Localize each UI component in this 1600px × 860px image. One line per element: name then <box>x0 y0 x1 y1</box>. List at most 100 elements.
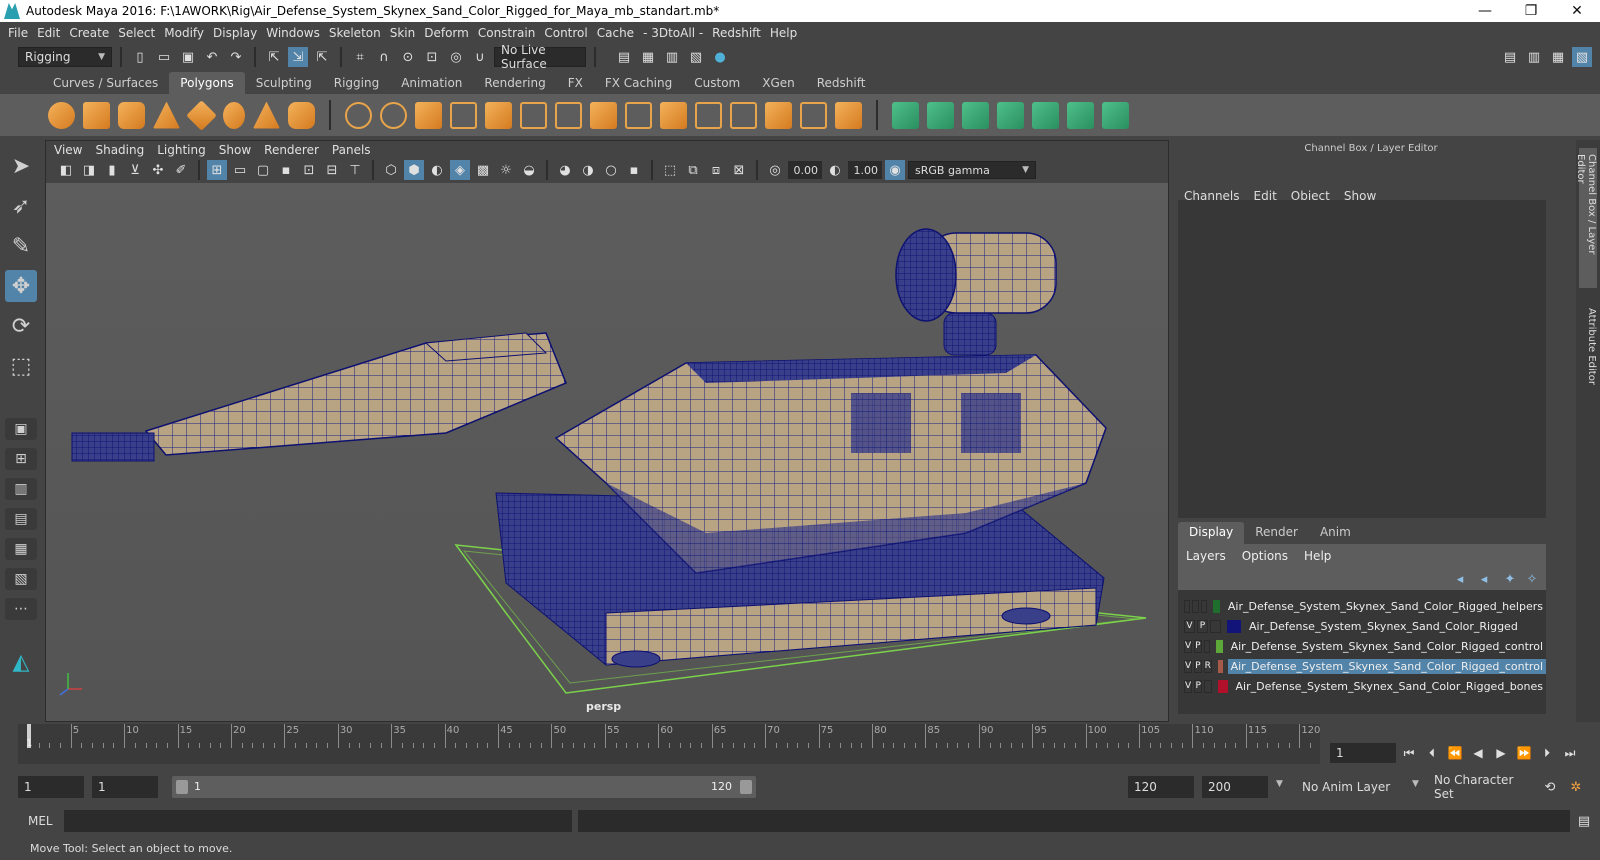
layer-row[interactable]: V P Air_Defense_System_Skynex_Sand_Color_R… <box>1178 676 1546 696</box>
outliner-layout-icon[interactable]: ▥ <box>1524 47 1544 67</box>
layer-playback-toggle[interactable]: P <box>1194 659 1202 673</box>
script-editor-icon[interactable]: ▤ <box>1574 811 1594 831</box>
screen-space-ao-icon[interactable]: ◕ <box>555 160 575 180</box>
xray-components-icon[interactable]: ⊠ <box>729 160 749 180</box>
snap-view-icon[interactable]: ⊡ <box>422 47 442 67</box>
channel-layout-icon[interactable]: ▧ <box>1572 47 1592 67</box>
step-forward-frame-icon[interactable]: ⏵ <box>1537 743 1557 763</box>
layer-row[interactable]: V P Air_Defense_System_Skynex_Sand_Color_R… <box>1178 616 1546 636</box>
select-hierarchy-icon[interactable]: ⇱ <box>264 47 284 67</box>
uv-cylindrical-icon[interactable] <box>927 101 954 129</box>
image-plane-icon[interactable]: ⊻ <box>125 160 145 180</box>
poly-plane-icon[interactable] <box>186 99 217 131</box>
menu-skeleton[interactable]: Skeleton <box>329 26 390 40</box>
camera-attributes-icon[interactable]: ◨ <box>79 160 99 180</box>
shelf-tab-xgen[interactable]: XGen <box>751 72 806 94</box>
scene-end-field[interactable]: 200 <box>1202 776 1268 798</box>
layer-reference-toggle[interactable] <box>1204 679 1213 693</box>
auto-key-icon[interactable]: ⟲ <box>1540 777 1560 797</box>
new-empty-layer-icon[interactable]: ✦ <box>1500 569 1520 589</box>
separate-icon[interactable] <box>380 101 407 129</box>
outliner-graph-layout-icon[interactable]: ▦ <box>5 538 37 560</box>
uv-unfold-icon[interactable] <box>1032 101 1059 129</box>
bookmark-icon[interactable]: ▮ <box>102 160 122 180</box>
gamma-field[interactable]: 1.00 <box>848 161 882 179</box>
extrude-icon[interactable] <box>590 101 617 129</box>
time-slider[interactable]: 5 10 15 20 25 30 35 40 45 50 55 60 65 70 75 80 85 90 95 100… <box>18 724 1320 764</box>
two-d-pan-zoom-icon[interactable]: ✣ <box>148 160 168 180</box>
layer-playback-toggle[interactable]: P <box>1194 679 1203 693</box>
shelf-tab-fx[interactable]: FX <box>557 72 594 94</box>
scale-tool-icon[interactable]: ⬚ <box>5 350 37 382</box>
layer-reference-toggle[interactable] <box>1210 619 1221 633</box>
step-back-key-icon[interactable]: ⏪ <box>1445 743 1465 763</box>
workspace-layout-icon[interactable]: ▤ <box>1500 47 1520 67</box>
grease-pencil-icon[interactable]: ✐ <box>171 160 191 180</box>
multi-cut-icon[interactable] <box>730 101 757 129</box>
uv-automatic-icon[interactable] <box>997 101 1024 129</box>
menu-help[interactable]: Help <box>770 26 806 40</box>
layer-name[interactable]: Air_Defense_System_Skynex_Sand_Color_Rig… <box>1227 658 1546 674</box>
safe-title-icon[interactable]: ⊤ <box>345 160 365 180</box>
ipr-render-icon[interactable]: ▥ <box>662 47 682 67</box>
depth-of-field-icon[interactable]: ▪ <box>624 160 644 180</box>
use-all-lights-icon[interactable]: ☼ <box>496 160 516 180</box>
more-layouts-icon[interactable]: ⋯ <box>5 598 37 620</box>
menu-display[interactable]: Display <box>213 26 266 40</box>
poly-cone-icon[interactable] <box>153 101 180 129</box>
layer-tab-display[interactable]: Display <box>1178 522 1245 544</box>
layer-menu-help[interactable]: Help <box>1304 549 1347 563</box>
magnet-icon[interactable]: ∪ <box>470 47 490 67</box>
close-button[interactable]: ✕ <box>1554 0 1600 22</box>
channel-box-body[interactable] <box>1178 200 1546 518</box>
extract-icon[interactable] <box>485 101 512 129</box>
isolate-select-icon[interactable]: ⬚ <box>660 160 680 180</box>
animation-preferences-icon[interactable]: ✲ <box>1566 777 1586 797</box>
poly-pipe-icon[interactable] <box>288 101 315 129</box>
panel-menu-view[interactable]: View <box>54 143 95 157</box>
poly-torus-icon[interactable] <box>223 101 245 129</box>
menu-select[interactable]: Select <box>118 26 164 40</box>
combine-icon[interactable] <box>345 101 372 129</box>
character-set-dropdown[interactable]: No Character Set <box>1428 773 1536 801</box>
motion-blur-icon[interactable]: ◑ <box>578 160 598 180</box>
layer-color-swatch[interactable] <box>1218 679 1228 693</box>
persp-graph-layout-icon[interactable]: ▤ <box>5 508 37 530</box>
playback-start-field[interactable]: 1 <box>92 776 158 798</box>
go-to-start-icon[interactable]: ⏮ <box>1399 743 1419 763</box>
layer-name[interactable]: Air_Defense_System_Skynex_Sand_Color_Rig… <box>1228 639 1546 654</box>
layer-color-swatch[interactable] <box>1227 619 1241 633</box>
move-tool-icon[interactable]: ✥ <box>5 270 37 302</box>
mel-language-label[interactable]: MEL <box>28 814 53 828</box>
panel-menu-panels[interactable]: Panels <box>332 143 384 157</box>
layer-reference-toggle[interactable] <box>1200 599 1208 613</box>
layer-color-swatch[interactable] <box>1215 639 1223 653</box>
shelf-tab-curves-surfaces[interactable]: Curves / Surfaces <box>42 72 169 94</box>
panel-menu-renderer[interactable]: Renderer <box>264 143 332 157</box>
shadows-icon[interactable]: ◒ <box>519 160 539 180</box>
field-chart-icon[interactable]: ⊡ <box>299 160 319 180</box>
render-view-icon[interactable]: ▧ <box>686 47 706 67</box>
safe-action-icon[interactable]: ⊟ <box>322 160 342 180</box>
film-gate-icon[interactable]: ▭ <box>230 160 250 180</box>
scene-start-field[interactable]: 1 <box>18 776 84 798</box>
exposure-icon[interactable]: ◎ <box>765 160 785 180</box>
layer-menu-options[interactable]: Options <box>1242 549 1304 563</box>
bridge-icon[interactable] <box>555 101 582 129</box>
select-tool-icon[interactable]: ➤ <box>5 150 37 182</box>
step-back-frame-icon[interactable]: ⏴ <box>1422 743 1442 763</box>
uv-spherical-icon[interactable] <box>962 101 989 129</box>
snap-curve-icon[interactable]: ∩ <box>374 47 394 67</box>
redo-icon[interactable]: ↷ <box>226 47 246 67</box>
menu-redshift[interactable]: Redshift <box>712 26 770 40</box>
lasso-tool-icon[interactable]: ➶ <box>5 190 37 222</box>
menu-3dtoall[interactable]: - 3DtoAll - <box>643 26 712 40</box>
smooth-shade-icon[interactable]: ⬢ <box>404 160 424 180</box>
snap-surface-icon[interactable]: ◎ <box>446 47 466 67</box>
snap-grid-icon[interactable]: ⌗ <box>350 47 370 67</box>
anti-aliasing-icon[interactable]: ○ <box>601 160 621 180</box>
poly-sphere-icon[interactable] <box>48 101 75 129</box>
hypershade-layout-icon[interactable]: ▧ <box>5 568 37 590</box>
menu-cache[interactable]: Cache <box>597 26 643 40</box>
rotate-tool-icon[interactable]: ⟳ <box>5 310 37 342</box>
